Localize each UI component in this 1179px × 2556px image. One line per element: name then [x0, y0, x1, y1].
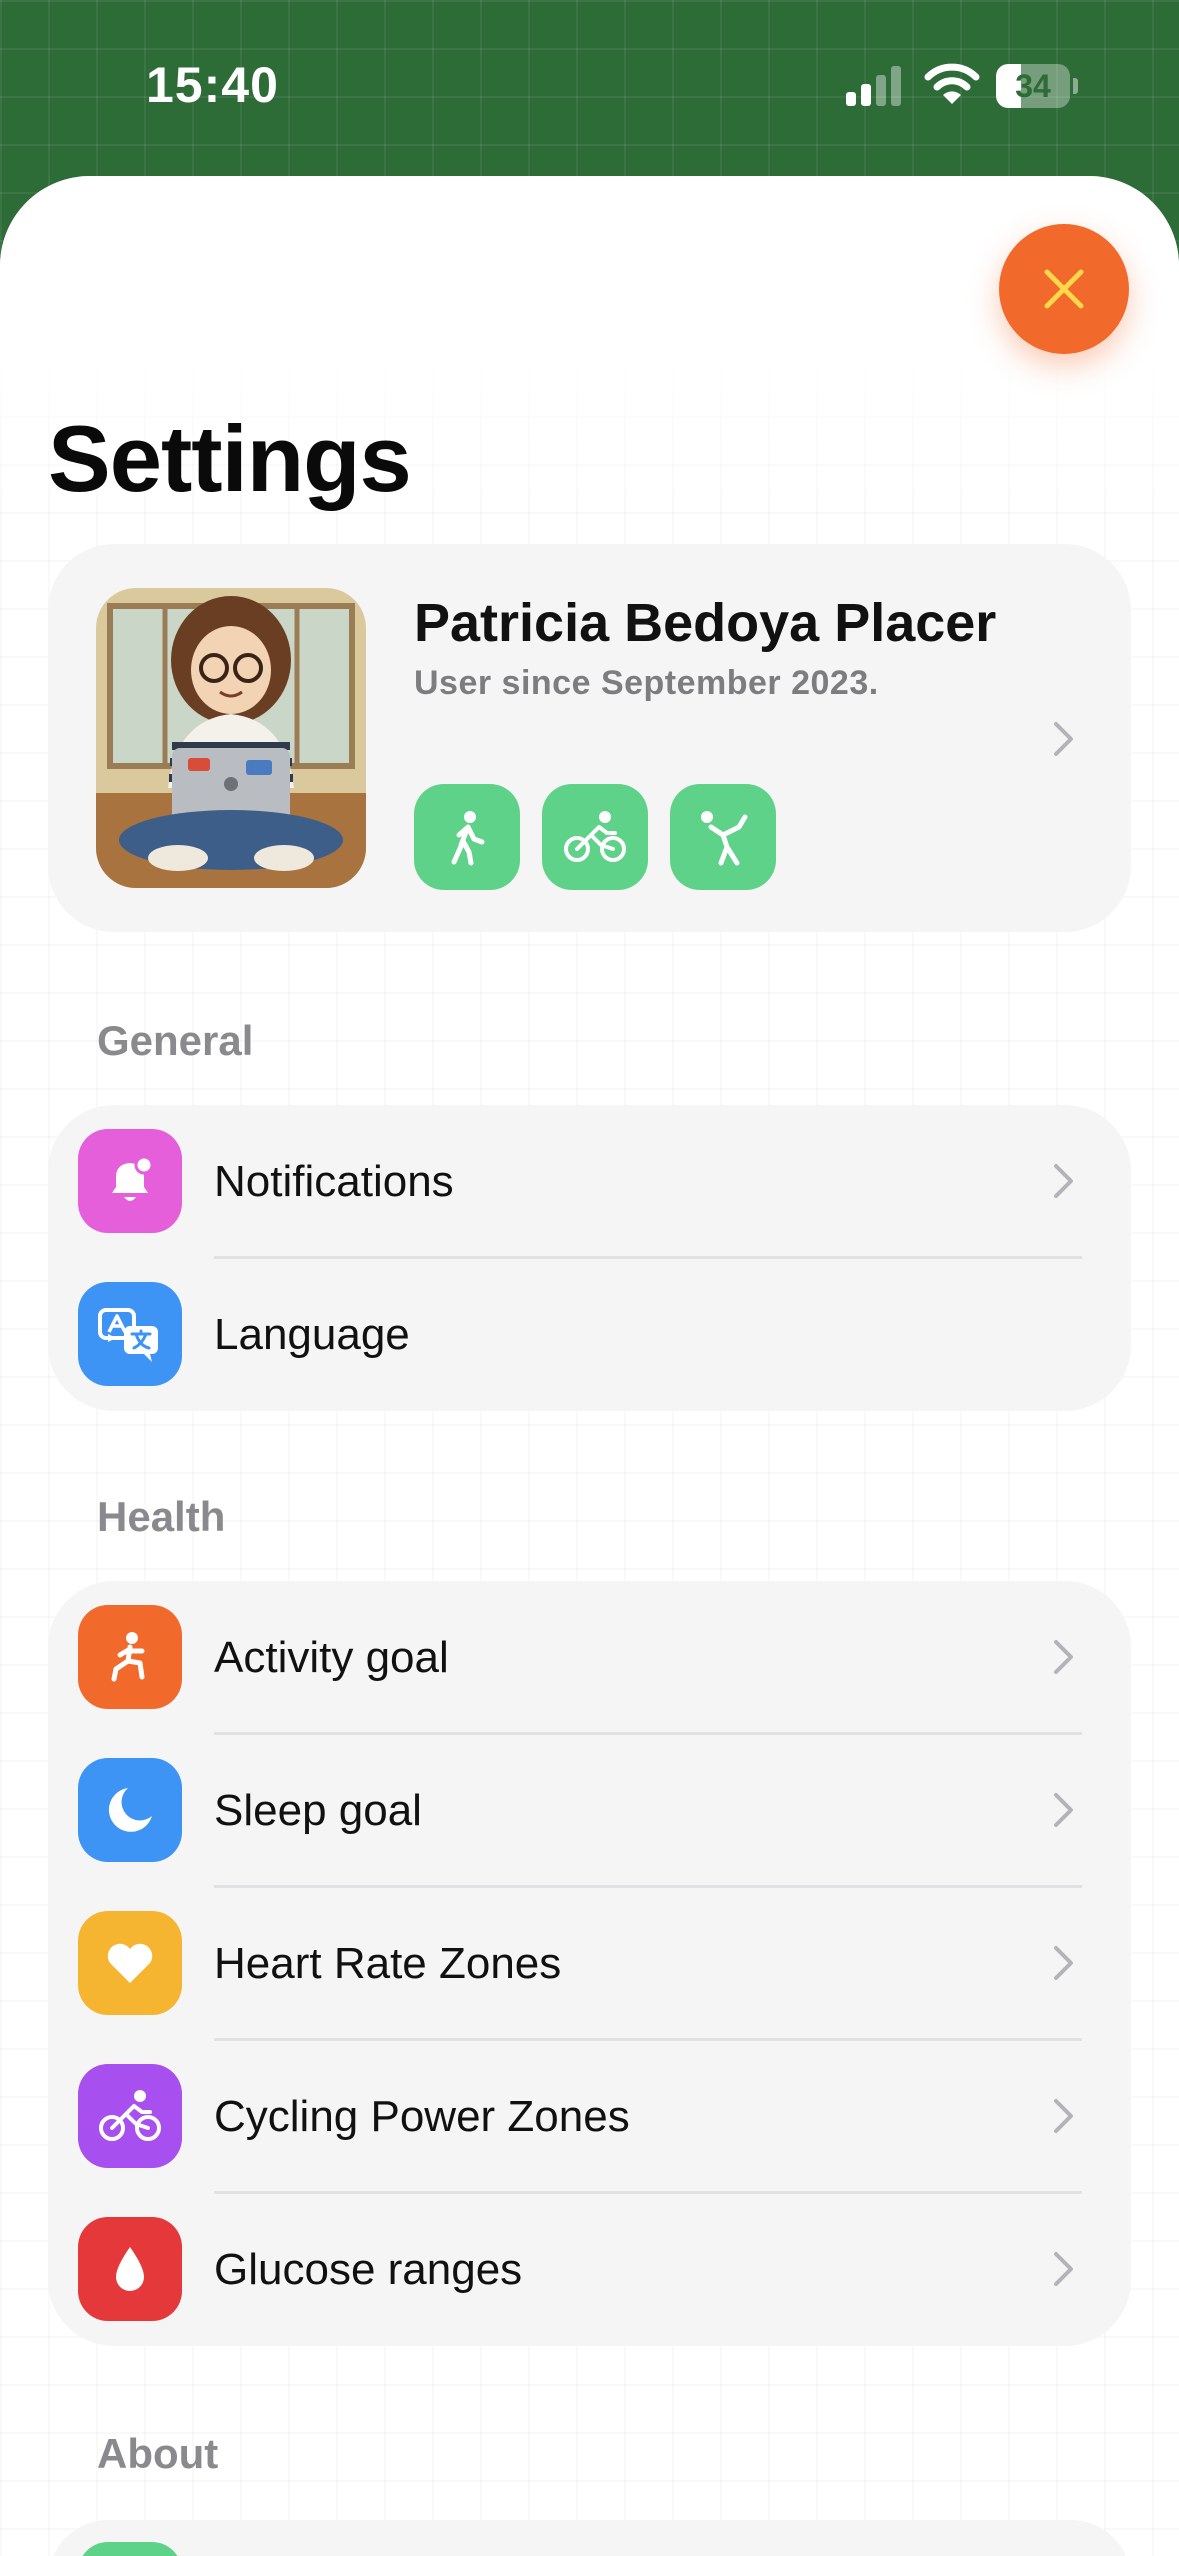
lunge-icon — [111, 1632, 145, 1682]
battery-percentage: 34 — [1015, 68, 1051, 104]
activity-walking — [414, 784, 520, 890]
about-group — [48, 2520, 1131, 2556]
settings-row-notifications[interactable]: Notifications — [48, 1105, 1131, 1258]
cellular-signal-icon — [846, 66, 901, 106]
sleep-goal-icon-tile — [78, 1758, 182, 1862]
chevron-right-icon — [1054, 722, 1073, 756]
general-group: Notifications Language — [48, 1105, 1131, 1411]
heart-rate-icon-tile — [78, 1911, 182, 2015]
row-label: Notifications — [214, 1157, 454, 1206]
page-title: Settings — [48, 406, 412, 511]
stretching-icon — [701, 811, 748, 866]
language-icon-tile — [78, 1282, 182, 1386]
chevron-right-icon — [1054, 1946, 1073, 1980]
walking-icon — [451, 811, 485, 866]
section-label-about: About — [97, 2430, 219, 2477]
row-label: Sleep goal — [214, 1786, 422, 1835]
wifi-icon — [924, 63, 980, 104]
chevron-right-icon — [1054, 2252, 1073, 2286]
close-button[interactable] — [999, 224, 1129, 354]
activity-cycling — [542, 784, 648, 890]
chevron-right-icon — [1054, 2099, 1073, 2133]
about-icon-tile — [78, 2542, 182, 2556]
notifications-icon-tile — [78, 1129, 182, 1233]
row-label: Glucose ranges — [214, 2245, 523, 2294]
heart-icon — [107, 1943, 153, 1983]
settings-row-glucose-ranges[interactable]: Glucose ranges — [48, 2193, 1131, 2346]
profile-member-since: User since September 2023. — [414, 664, 879, 702]
activity-goal-icon-tile — [78, 1605, 182, 1709]
glucose-icon-tile — [78, 2217, 182, 2321]
row-label: Cycling Power Zones — [214, 2092, 630, 2141]
profile-name: Patricia Bedoya Placer — [414, 593, 997, 653]
chevron-right-icon — [1054, 1640, 1073, 1674]
translate-icon — [98, 1308, 158, 1362]
bell-icon — [112, 1155, 154, 1201]
settings-row-sleep-goal[interactable]: Sleep goal — [48, 1734, 1131, 1887]
activity-stretching — [670, 784, 776, 890]
status-time: 15:40 — [146, 57, 279, 113]
profile-card[interactable]: Patricia Bedoya Placer User since Septem… — [48, 544, 1131, 932]
settings-row-activity-goal[interactable]: Activity goal — [48, 1581, 1131, 1734]
cycling-icon — [564, 811, 626, 862]
close-icon — [1044, 269, 1084, 309]
settings-row-cycling-power-zones[interactable]: Cycling Power Zones — [48, 2040, 1131, 2193]
settings-row-heart-rate-zones[interactable]: Heart Rate Zones — [48, 1887, 1131, 2040]
health-group: Activity goal Sleep goal Heart Rate Zone… — [48, 1581, 1131, 2346]
chevron-right-icon — [1054, 1164, 1073, 1198]
status-bar: 15:40 34 — [0, 0, 1179, 170]
battery-indicator: 34 — [996, 64, 1078, 108]
drop-icon — [116, 2247, 144, 2291]
chevron-right-icon — [1054, 1793, 1073, 1827]
cycling-power-icon-tile — [78, 2064, 182, 2168]
bicycle-icon — [99, 2090, 161, 2141]
avatar — [96, 588, 366, 888]
row-label: Language — [214, 1310, 410, 1359]
section-label-general: General — [97, 1017, 254, 1064]
row-label: Heart Rate Zones — [214, 1939, 562, 1988]
moon-icon — [108, 1788, 152, 1832]
row-label: Activity goal — [214, 1633, 449, 1682]
settings-row-language[interactable]: Language — [48, 1258, 1131, 1411]
section-label-health: Health — [97, 1493, 226, 1540]
